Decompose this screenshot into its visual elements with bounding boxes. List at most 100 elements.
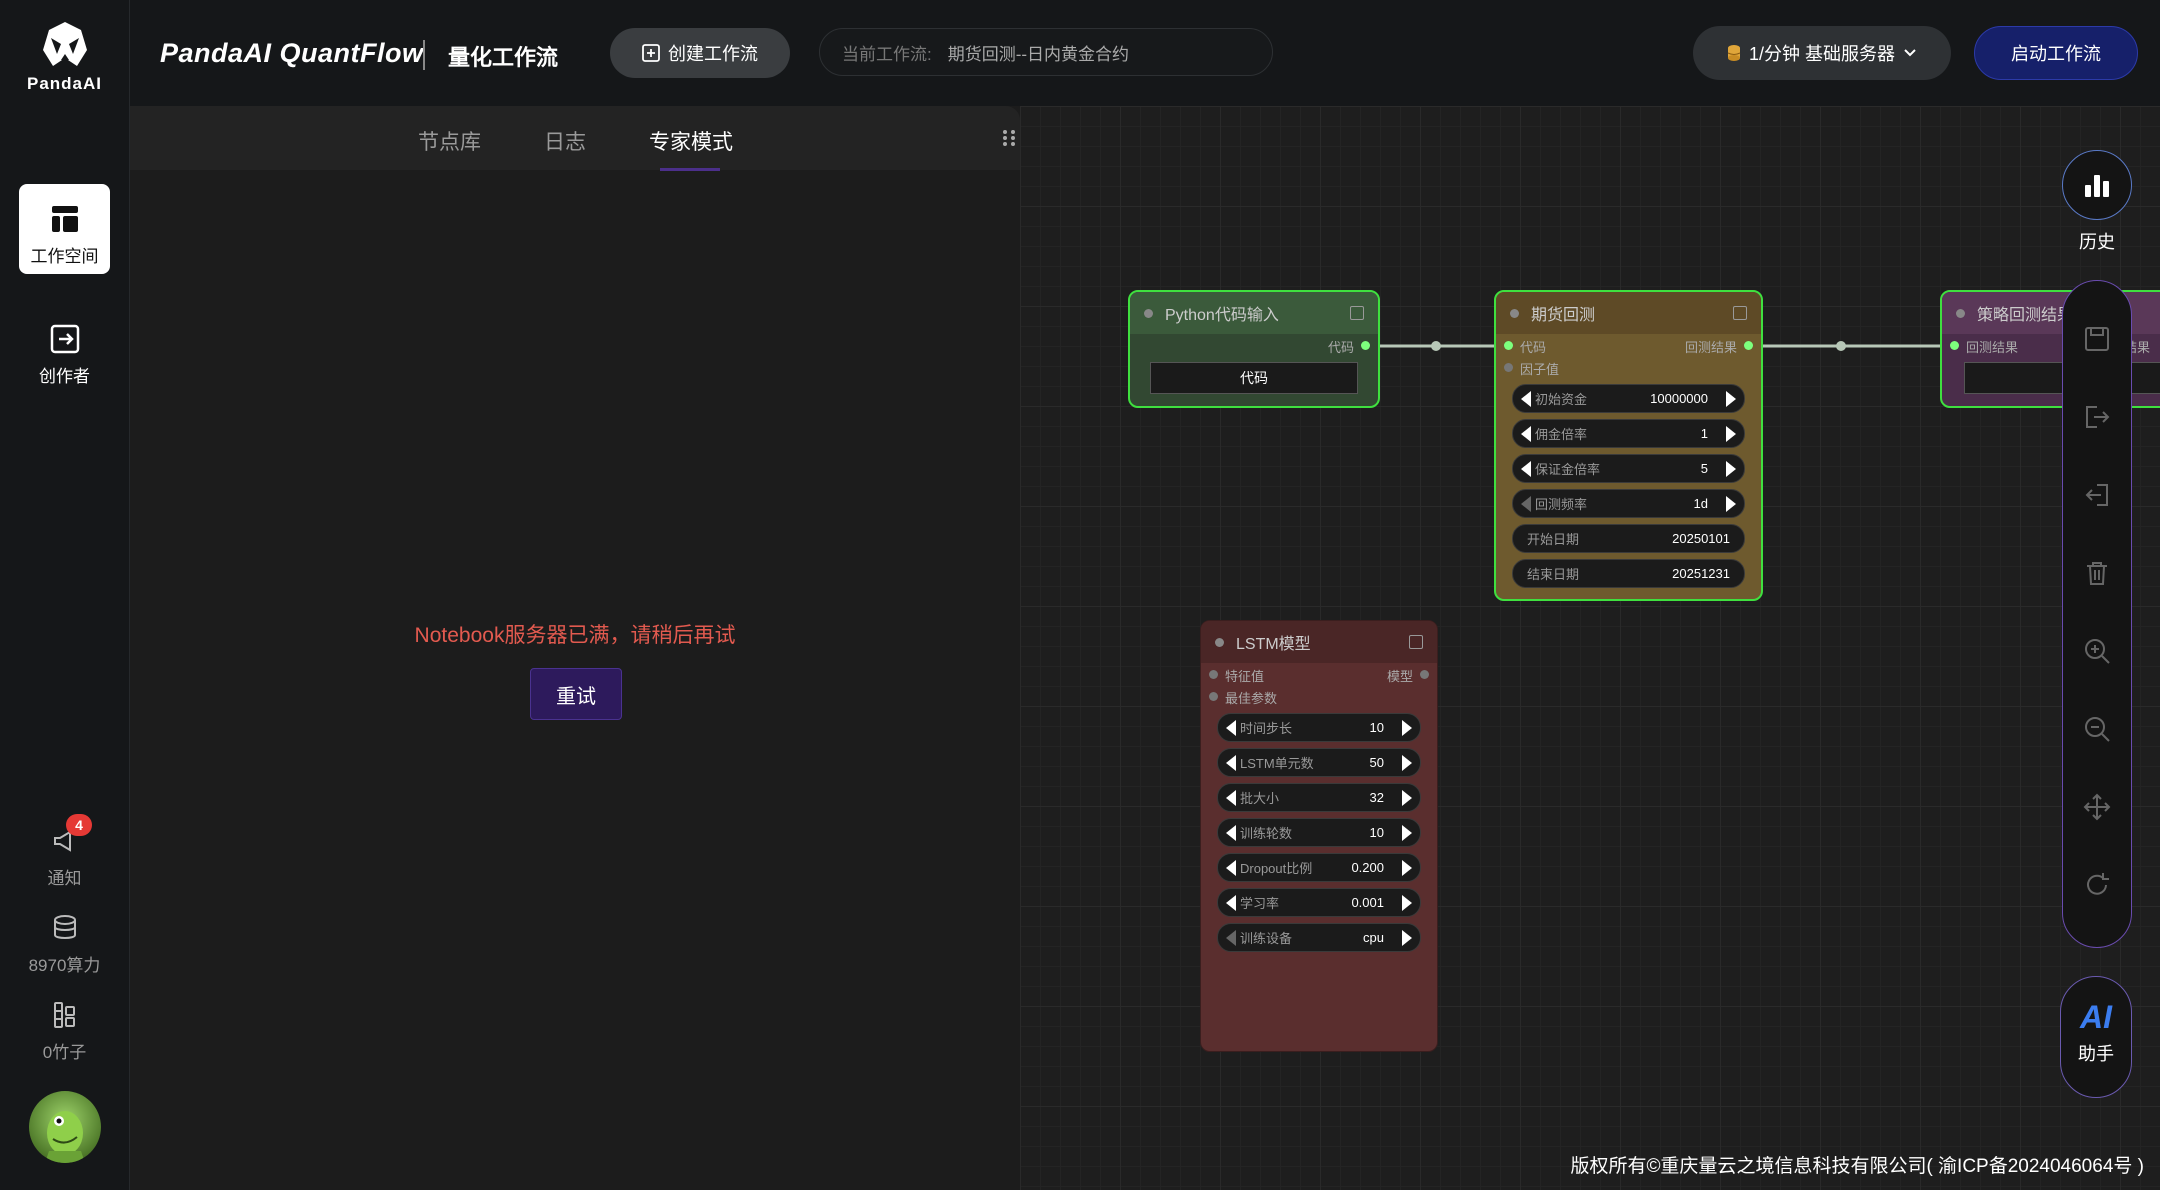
tab-node-library[interactable]: 节点库 <box>418 126 481 156</box>
zoom-out-icon[interactable] <box>2063 709 2131 749</box>
date-widget[interactable]: 结束日期 20251231 <box>1512 559 1745 588</box>
decrement-arrow-icon[interactable] <box>1226 894 1236 911</box>
input-port[interactable] <box>1504 341 1513 350</box>
decrement-arrow-icon[interactable] <box>1226 754 1236 771</box>
side-panel: 节点库 日志 专家模式 Notebook服务器已满，请稍后再试 重试 <box>130 106 1020 1190</box>
compute-label: 8970算力 <box>28 956 101 975</box>
edit-icon[interactable] <box>1350 306 1364 320</box>
decrement-arrow-icon[interactable] <box>1226 859 1236 876</box>
server-plan-label: 1/分钟 基础服务器 <box>1748 44 1895 64</box>
sidebar-item-label: 工作空间 <box>30 247 99 266</box>
decrement-arrow-icon[interactable] <box>1226 824 1236 841</box>
node-python-input[interactable]: Python代码输入 代码 代码 <box>1128 290 1380 408</box>
coin-stack-icon <box>1727 45 1741 61</box>
input-port[interactable] <box>1504 363 1513 372</box>
decrement-arrow-icon[interactable] <box>1226 719 1236 736</box>
fit-view-icon[interactable] <box>2063 787 2131 827</box>
delete-icon[interactable] <box>2063 553 2131 593</box>
node-header[interactable]: 期货回测 <box>1496 292 1761 334</box>
param-label: 批大小 <box>1240 791 1280 806</box>
increment-arrow-icon[interactable] <box>1726 460 1736 477</box>
sidebar-item-workspace[interactable]: 工作空间 <box>19 184 110 274</box>
output-port-label: 代码 <box>1327 340 1354 355</box>
edit-icon[interactable] <box>1409 635 1423 649</box>
output-port[interactable] <box>1420 670 1429 679</box>
input-port[interactable] <box>1950 341 1959 350</box>
node-header[interactable]: LSTM模型 <box>1201 621 1437 663</box>
wire-midpoint[interactable] <box>1836 341 1846 351</box>
edit-icon[interactable] <box>1733 306 1747 320</box>
decrement-arrow-icon[interactable] <box>1521 460 1531 477</box>
param-widget[interactable]: Dropout比例 0.200 <box>1217 853 1421 882</box>
notification-button[interactable]: 4 通知 <box>0 814 129 889</box>
param-widget[interactable]: 保证金倍率 5 <box>1512 454 1745 483</box>
increment-arrow-icon[interactable] <box>1402 859 1412 876</box>
param-widget[interactable]: 回测频率 1d <box>1512 489 1745 518</box>
increment-arrow-icon[interactable] <box>1402 929 1412 946</box>
input-port-label: 特征值 <box>1225 669 1265 684</box>
drag-handle-icon[interactable] <box>1002 128 1016 148</box>
param-widget[interactable]: LSTM单元数 50 <box>1217 748 1421 777</box>
increment-arrow-icon[interactable] <box>1402 894 1412 911</box>
date-widget[interactable]: 开始日期 20250101 <box>1512 524 1745 553</box>
param-widget[interactable]: 佣金倍率 1 <box>1512 419 1745 448</box>
workflow-canvas[interactable]: Python代码输入 代码 代码 期货回测 代码 回测结果 因子值 初始资金 10… <box>1020 106 2160 1190</box>
param-label: LSTM单元数 <box>1240 756 1314 771</box>
sidebar-item-creator[interactable]: 创作者 <box>19 304 110 394</box>
param-widget[interactable]: 训练设备 cpu <box>1217 923 1421 952</box>
increment-arrow-icon[interactable] <box>1726 495 1736 512</box>
decrement-arrow-icon[interactable] <box>1521 390 1531 407</box>
refresh-icon[interactable] <box>2063 865 2131 905</box>
logo-text: PandaAI <box>26 74 103 93</box>
tab-log[interactable]: 日志 <box>544 126 586 156</box>
start-workflow-button[interactable]: 启动工作流 <box>1974 26 2138 80</box>
node-lstm-model[interactable]: LSTM模型 特征值 模型 最佳参数 时间步长 10 LSTM单元数 50 批大小 3… <box>1200 620 1438 1052</box>
export-icon[interactable] <box>2063 397 2131 437</box>
history-label: 历史 <box>2079 232 2115 252</box>
code-button[interactable]: 代码 <box>1150 362 1358 394</box>
decrement-arrow-icon[interactable] <box>1226 929 1236 946</box>
wire-midpoint[interactable] <box>1431 341 1441 351</box>
decrement-arrow-icon[interactable] <box>1521 495 1531 512</box>
param-widget[interactable]: 时间步长 10 <box>1217 713 1421 742</box>
zoom-in-icon[interactable] <box>2063 631 2131 671</box>
save-icon[interactable] <box>2063 319 2131 359</box>
node-status-dot <box>1956 308 1965 318</box>
increment-arrow-icon[interactable] <box>1402 824 1412 841</box>
decrement-arrow-icon[interactable] <box>1226 789 1236 806</box>
increment-arrow-icon[interactable] <box>1402 789 1412 806</box>
param-widget[interactable]: 批大小 32 <box>1217 783 1421 812</box>
param-widget[interactable]: 初始资金 10000000 <box>1512 384 1745 413</box>
node-header[interactable]: Python代码输入 <box>1130 292 1378 334</box>
logo[interactable]: PandaAI <box>0 20 129 94</box>
ai-assistant-button[interactable]: AI 助手 <box>2060 976 2132 1098</box>
app-title: PandaAI QuantFlow <box>160 38 424 68</box>
input-port[interactable] <box>1209 670 1218 679</box>
bamboo-balance[interactable]: 0竹子 <box>0 1000 129 1063</box>
node-futures-backtest[interactable]: 期货回测 代码 回测结果 因子值 初始资金 10000000 佣金倍率 1 保证金倍… <box>1494 290 1763 601</box>
output-port[interactable] <box>1744 341 1753 350</box>
increment-arrow-icon[interactable] <box>1402 754 1412 771</box>
import-icon[interactable] <box>2063 475 2131 515</box>
increment-arrow-icon[interactable] <box>1726 425 1736 442</box>
compute-balance[interactable]: 8970算力 <box>0 913 129 976</box>
create-workflow-button[interactable]: 创建工作流 <box>610 28 790 78</box>
decrement-arrow-icon[interactable] <box>1521 425 1531 442</box>
history-button[interactable] <box>2062 150 2132 220</box>
input-port[interactable] <box>1209 692 1218 701</box>
param-widget[interactable]: 学习率 0.001 <box>1217 888 1421 917</box>
param-widget[interactable]: 训练轮数 10 <box>1217 818 1421 847</box>
param-value: 10000000 <box>1650 391 1708 406</box>
output-port[interactable] <box>1361 341 1370 350</box>
param-value: 10 <box>1369 825 1384 840</box>
current-workflow-field[interactable]: 当前工作流: 期货回测--日内黄金合约 <box>819 28 1273 76</box>
node-title: 策略回测结果 <box>1977 307 2074 324</box>
increment-arrow-icon[interactable] <box>1402 719 1412 736</box>
tab-expert-mode[interactable]: 专家模式 <box>649 126 733 156</box>
avatar[interactable] <box>29 1091 101 1163</box>
increment-arrow-icon[interactable] <box>1726 390 1736 407</box>
input-port-label: 代码 <box>1520 340 1547 355</box>
output-port-label: 模型 <box>1386 669 1413 684</box>
server-plan-dropdown[interactable]: 1/分钟 基础服务器 <box>1693 26 1951 80</box>
retry-button[interactable]: 重试 <box>530 668 622 720</box>
